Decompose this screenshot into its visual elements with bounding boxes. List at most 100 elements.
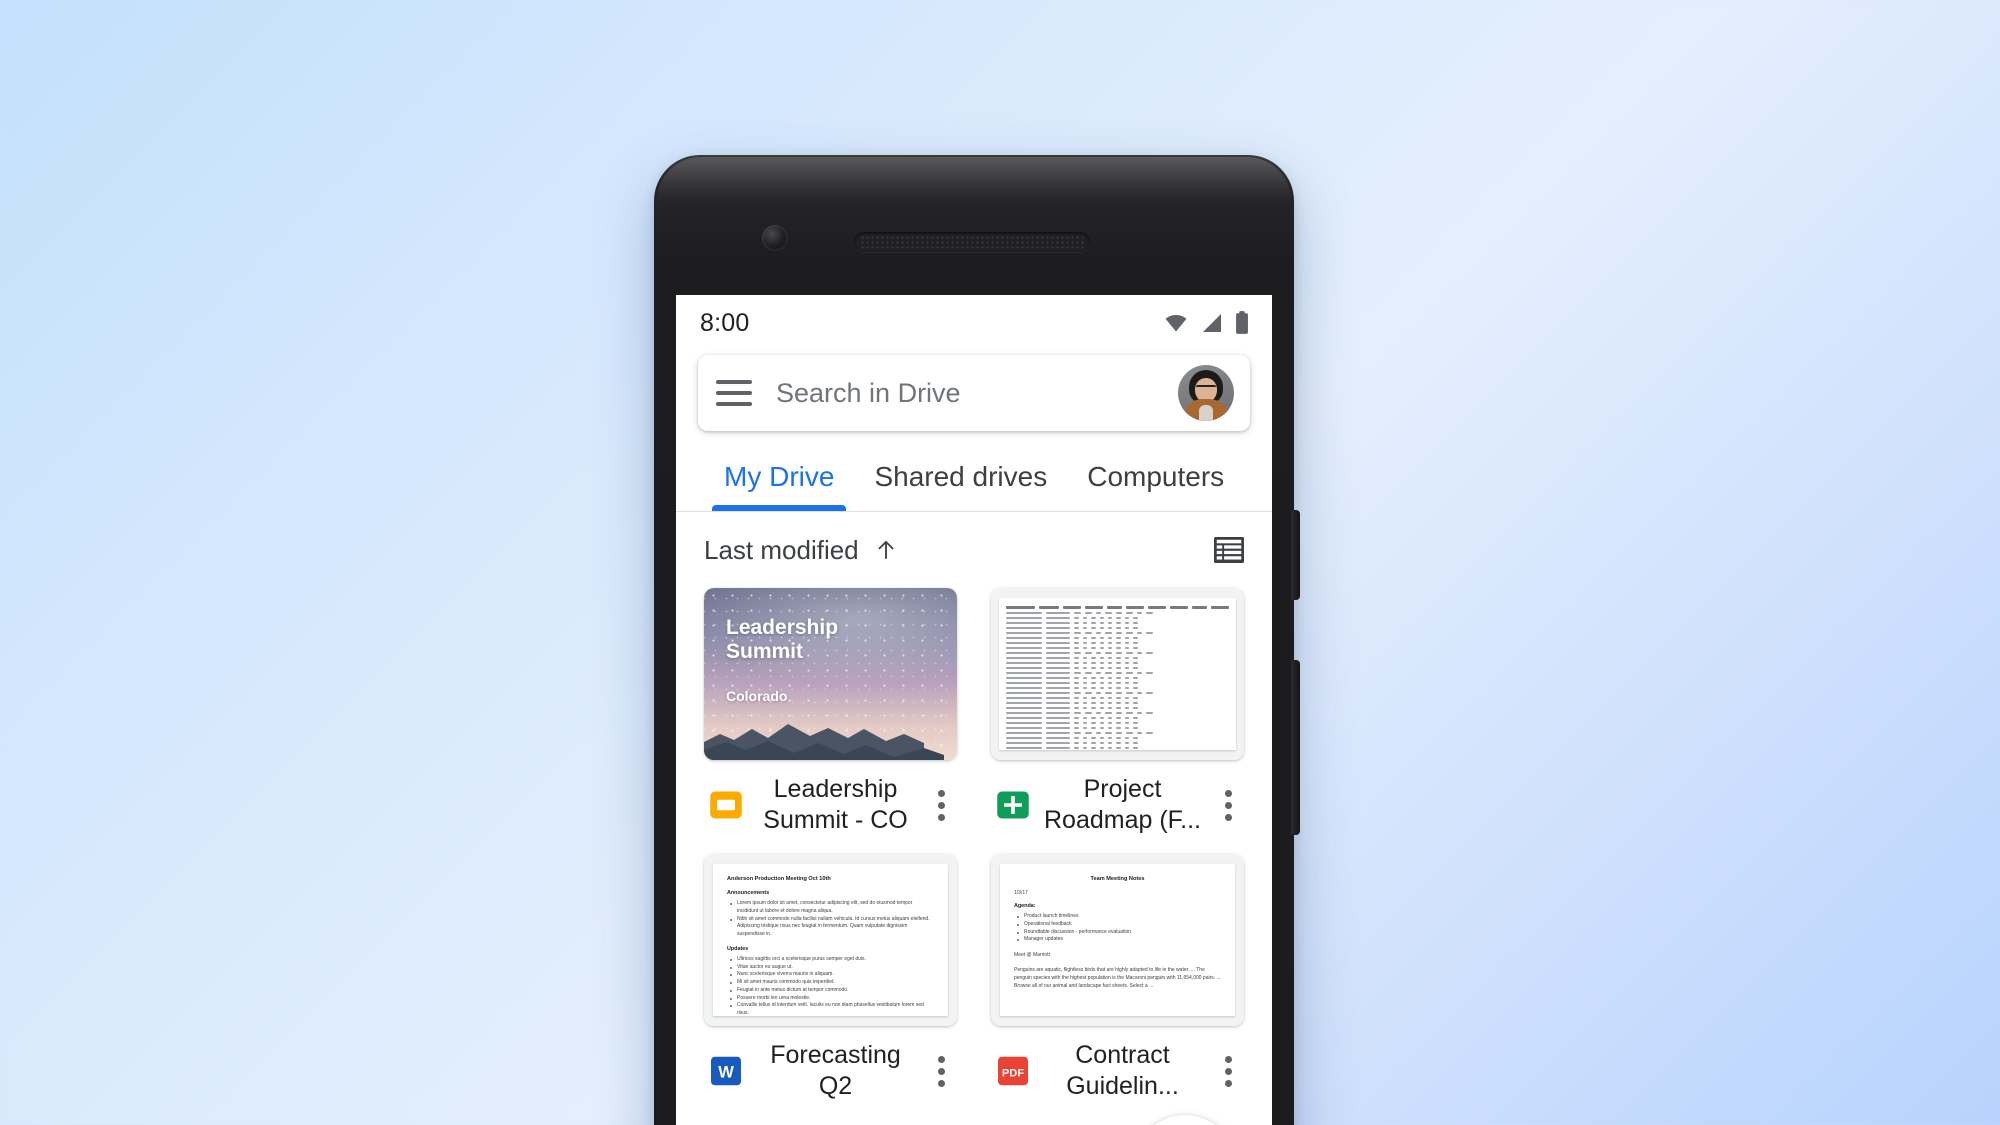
document-bullet: Lorem ipsum dolor sit amet, consectetur … [727, 900, 934, 916]
pdf-icon: PDF [998, 1056, 1028, 1086]
spreadsheet-row [1006, 631, 1229, 635]
create-new-fab[interactable] [1134, 1115, 1236, 1125]
spreadsheet-row [1006, 716, 1229, 720]
spreadsheet-row [1006, 661, 1229, 665]
file-thumbnail-sheets[interactable] [991, 588, 1244, 760]
tab-shared-drives[interactable]: Shared drives [854, 461, 1067, 511]
overflow-menu-icon[interactable] [1214, 787, 1242, 823]
overflow-menu-icon[interactable] [1214, 1053, 1242, 1089]
cell-signal-icon [1203, 314, 1221, 332]
document-bullet: Mi sit amet mauris commodo quis imperdie… [727, 979, 934, 987]
document-bullet: Ultrices sagittis orci a scelerisque pur… [727, 956, 934, 964]
spreadsheet-row [1006, 686, 1229, 690]
spreadsheet-row [1006, 612, 1229, 615]
spreadsheet-row [1006, 741, 1229, 744]
spreadsheet-row [1006, 746, 1229, 749]
file-name: Contract Guidelin... [1066, 1041, 1179, 1100]
earpiece-speaker-icon [854, 232, 1090, 252]
spreadsheet-row [1006, 656, 1229, 660]
spreadsheet-row [1006, 731, 1229, 735]
spreadsheet-row [1006, 711, 1229, 715]
front-camera-icon [762, 225, 788, 251]
file-thumbnail-pdf[interactable]: Team Meeting Notes 1/3/17 Agenda: Produc… [991, 854, 1244, 1026]
document-bullet: Nibh sit amet commodo nulla facilisi nul… [727, 916, 934, 939]
sort-row: Last modified [676, 512, 1272, 588]
volume-button[interactable] [1291, 660, 1300, 835]
mountain-silhouette-icon [704, 724, 944, 760]
document-body: Penguins are aquatic, flightless birds t… [1014, 967, 1221, 989]
account-avatar[interactable] [1178, 365, 1234, 421]
document-bullet: Nunc scelerisque viverra mauris in aliqu… [727, 971, 934, 979]
wifi-icon [1165, 314, 1187, 332]
document-bullet: Convallis tellus id interdum velit. Iacu… [727, 1002, 934, 1016]
spreadsheet-row [1006, 641, 1229, 645]
spreadsheet-page [999, 598, 1236, 750]
power-button[interactable] [1291, 510, 1300, 600]
google-sheets-icon [997, 791, 1029, 819]
file-grid: Leadership Summit Colorado Leadership Su… [676, 588, 1272, 1112]
tab-bar: My Drive Shared drives Computers [676, 431, 1272, 512]
status-bar-icons [1162, 310, 1250, 336]
spreadsheet-row [1006, 721, 1229, 725]
file-thumbnail-slides[interactable]: Leadership Summit Colorado [704, 588, 957, 760]
document-bullet: Vitae auctor eu augue ut. [727, 964, 934, 972]
search-bar[interactable] [698, 355, 1250, 431]
overflow-menu-icon[interactable] [927, 787, 955, 823]
document-page: Team Meeting Notes 1/3/17 Agenda: Produc… [1000, 864, 1235, 1016]
spreadsheet-row [1006, 636, 1229, 640]
svg-text:W: W [718, 1064, 734, 1082]
search-bar-container [676, 351, 1272, 431]
spreadsheet-row [1006, 736, 1229, 739]
spreadsheet-preview [991, 588, 1244, 760]
file-name: Forecasting Q2 [770, 1041, 901, 1100]
document-preview: Team Meeting Notes 1/3/17 Agenda: Produc… [991, 854, 1244, 1026]
file-card[interactable]: Anderson Production Meeting Oct 10th Ann… [704, 854, 957, 1112]
spreadsheet-row [1006, 696, 1229, 700]
document-date: 1/3/17 [1014, 890, 1028, 896]
file-name: Leadership Summit - CO [763, 775, 908, 834]
file-meta-row: Project Roadmap (F... [991, 760, 1244, 846]
google-slides-icon [710, 791, 742, 819]
document-heading: Agenda: [1014, 903, 1036, 909]
search-input[interactable] [752, 377, 1178, 409]
spreadsheet-row [1006, 666, 1229, 670]
spreadsheet-row [1006, 616, 1229, 620]
file-name: Project Roadmap (F... [1043, 775, 1201, 834]
list-view-icon[interactable] [1212, 535, 1246, 565]
svg-text:PDF: PDF [1002, 1067, 1024, 1079]
overflow-menu-icon[interactable] [927, 1053, 955, 1089]
spreadsheet-row [1006, 676, 1229, 680]
tab-computers[interactable]: Computers [1067, 461, 1244, 511]
spreadsheet-row [1006, 691, 1229, 695]
document-heading: Announcements [727, 890, 770, 896]
hamburger-menu-icon[interactable] [716, 380, 752, 406]
document-bullet: Roundtable discussion - performance eval… [1014, 929, 1221, 937]
arrow-up-icon[interactable] [873, 537, 899, 563]
spreadsheet-row [1006, 726, 1229, 730]
file-card[interactable]: Team Meeting Notes 1/3/17 Agenda: Produc… [991, 854, 1244, 1112]
sort-label: Last modified [704, 534, 859, 565]
slide-subtitle: Colorado [726, 688, 788, 704]
sort-control[interactable]: Last modified [704, 535, 899, 566]
spreadsheet-header-row [1006, 606, 1229, 609]
status-bar: 8:00 [676, 295, 1272, 351]
file-card[interactable]: Project Roadmap (F... [991, 588, 1244, 846]
document-page: Anderson Production Meeting Oct 10th Ann… [713, 864, 948, 1016]
file-card[interactable]: Leadership Summit Colorado Leadership Su… [704, 588, 957, 846]
microsoft-word-icon: W [711, 1056, 741, 1086]
document-bullet: Posuere morbi leo urna molestie. [727, 995, 934, 1003]
file-thumbnail-document[interactable]: Anderson Production Meeting Oct 10th Ann… [704, 854, 957, 1026]
phone-screen: 8:00 Search in Drive My Drive Shared dri… [676, 295, 1272, 1125]
document-bullet: Operational feedback [1014, 921, 1221, 929]
document-note: Meet @ Marriott [1014, 952, 1050, 958]
document-heading: Updates [727, 945, 749, 952]
slide-title: Leadership Summit [726, 616, 839, 664]
spreadsheet-row [1006, 646, 1229, 650]
phone-device-frame: 8:00 Search in Drive My Drive Shared dri… [654, 155, 1300, 1125]
document-title: Team Meeting Notes [1090, 876, 1145, 882]
spreadsheet-row [1006, 681, 1229, 685]
tab-my-drive[interactable]: My Drive [704, 461, 854, 511]
file-meta-row: Leadership Summit - CO [704, 760, 957, 846]
document-preview: Anderson Production Meeting Oct 10th Ann… [704, 854, 957, 1026]
document-bullet: Feugiat in ante metus dictum at tempor c… [727, 987, 934, 995]
